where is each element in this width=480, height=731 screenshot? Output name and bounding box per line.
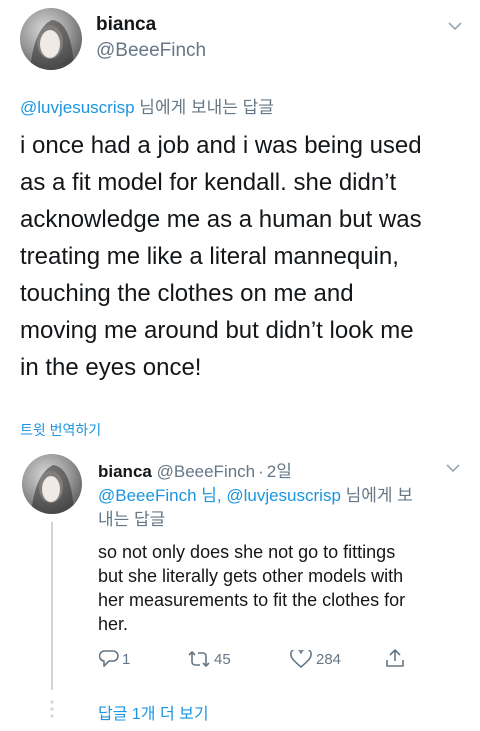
avatar[interactable] bbox=[20, 8, 82, 70]
heart-icon bbox=[290, 650, 312, 668]
tweet-line: her. bbox=[98, 614, 129, 634]
retweet-count: 45 bbox=[214, 650, 231, 668]
avatar[interactable] bbox=[22, 454, 82, 514]
tweet-line: moving me around but didn’t look me bbox=[20, 317, 414, 344]
author-handle[interactable]: @BeeeFinch bbox=[157, 462, 256, 481]
author-handle[interactable]: @BeeeFinch bbox=[96, 40, 206, 62]
reply-to-suffix: 님에게 보내는 답글 bbox=[134, 98, 274, 117]
tweet-line: as a fit model for kendall. she didn’t bbox=[20, 169, 397, 196]
reply-context: @luvjesuscrisp 님에게 보내는 답글 bbox=[20, 93, 274, 118]
show-more-replies-link[interactable]: 답글 1개 더 보기 bbox=[98, 700, 209, 724]
tweet-line: but she literally gets other models with bbox=[98, 566, 404, 586]
retweet-icon bbox=[188, 651, 210, 667]
tweet-text: i once had a job and i was being used as… bbox=[20, 127, 470, 386]
tweet-time[interactable]: 2일 bbox=[267, 462, 292, 481]
reply-to-handles[interactable]: @BeeeFinch 님, @luvjesuscrisp bbox=[98, 486, 341, 505]
reply-header: bianca @BeeeFinch · 2일 bbox=[98, 457, 292, 482]
more-dots-icon bbox=[50, 700, 54, 723]
tweet-line: so not only does she not go to fittings bbox=[98, 542, 396, 562]
reply-to-suffix-cont: 내는 답글 bbox=[98, 510, 166, 529]
retweet-button[interactable]: 45 bbox=[187, 650, 231, 668]
tweet-line: touching the clothes on me and bbox=[20, 280, 354, 307]
author-name[interactable]: bianca bbox=[98, 462, 152, 481]
thread-line bbox=[51, 522, 53, 690]
reply-context: @BeeeFinch 님, @luvjesuscrisp 님에게 보 내는 답글 bbox=[98, 484, 468, 532]
tweet-line: treating me like a literal mannequin, bbox=[20, 243, 399, 270]
reply-count: 1 bbox=[122, 650, 131, 668]
share-button[interactable] bbox=[385, 648, 405, 668]
translate-link[interactable]: 트윗 번역하기 bbox=[20, 420, 101, 440]
tweet-line: in the eyes once! bbox=[20, 354, 202, 381]
reply-to-handle[interactable]: @luvjesuscrisp bbox=[20, 98, 135, 117]
chevron-down-icon[interactable] bbox=[448, 18, 462, 36]
reply-icon bbox=[99, 650, 119, 667]
author-name[interactable]: bianca bbox=[96, 14, 156, 36]
reply-to-suffix: 님에게 보 bbox=[340, 486, 413, 505]
reply-text: so not only does she not go to fittings … bbox=[98, 540, 470, 636]
tweet-line: i once had a job and i was being used bbox=[20, 132, 422, 159]
share-icon bbox=[386, 649, 404, 667]
separator: · bbox=[258, 462, 264, 481]
chevron-down-icon[interactable] bbox=[446, 460, 460, 478]
tweet-line: acknowledge me as a human but was bbox=[20, 206, 422, 233]
like-count: 284 bbox=[316, 650, 342, 668]
tweet-line: her measurements to fit the clothes for bbox=[98, 590, 406, 610]
like-button[interactable]: 284 bbox=[290, 650, 341, 668]
reply-button[interactable]: 1 bbox=[99, 650, 130, 668]
